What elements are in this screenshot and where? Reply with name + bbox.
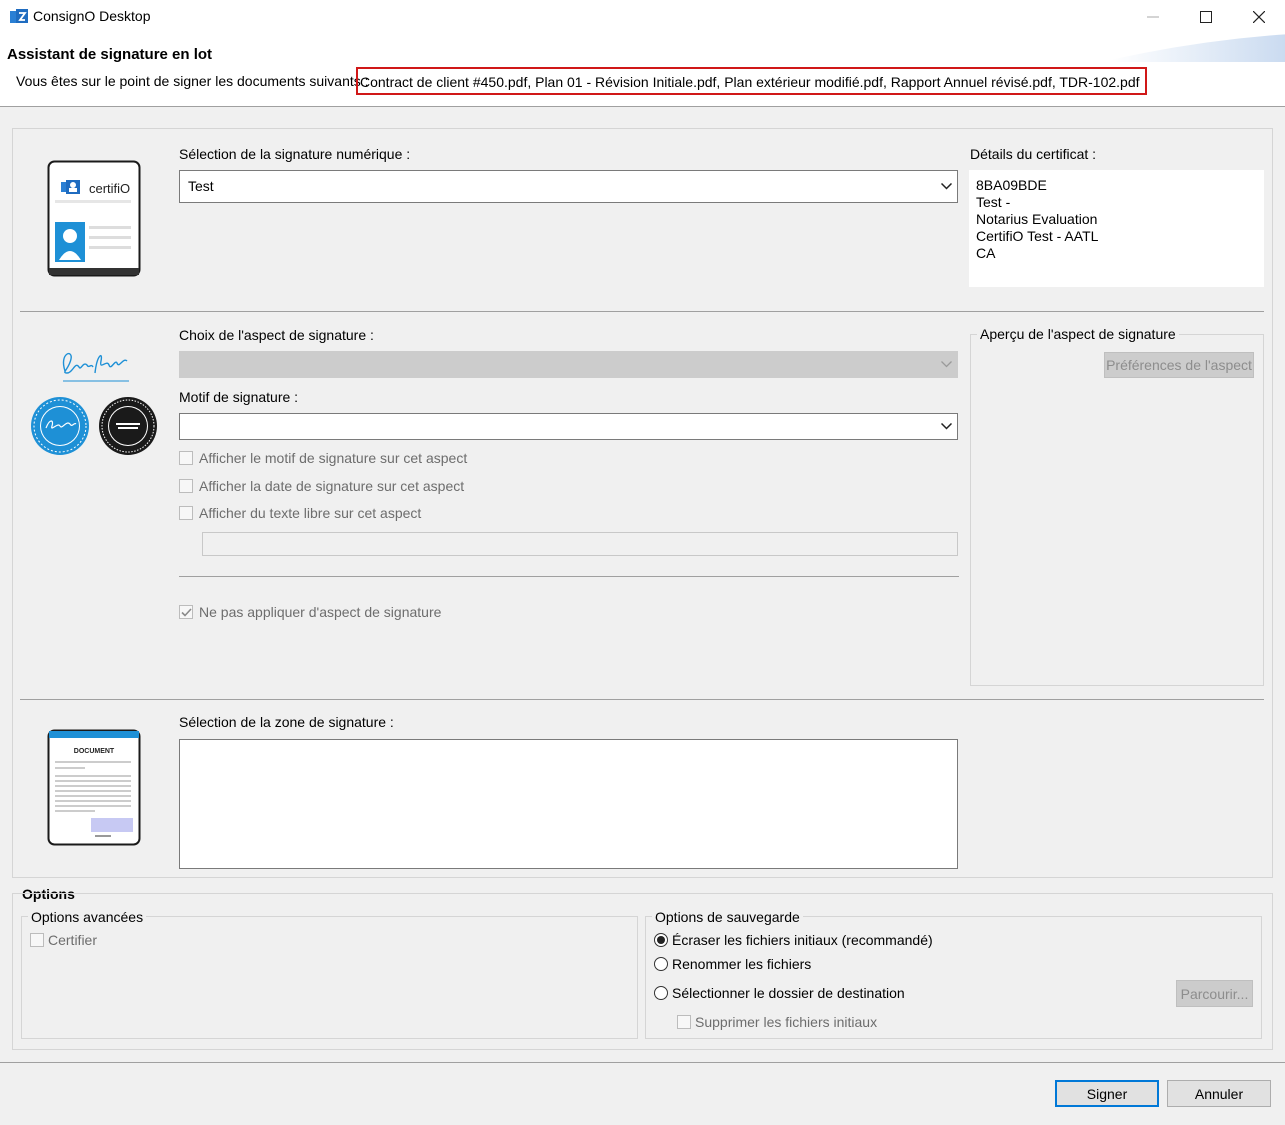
show-date-checkbox-row[interactable]: Afficher la date de signature sur cet as… <box>179 478 464 494</box>
appearance-select[interactable] <box>179 351 958 378</box>
certify-label: Certifier <box>48 932 98 948</box>
free-text-input[interactable] <box>202 532 958 556</box>
certify-checkbox-row[interactable]: Certifier <box>30 932 97 948</box>
zone-label: Sélection de la zone de signature : <box>179 714 394 730</box>
appearance-preview-group <box>970 334 1264 686</box>
document-list: Contract de client #450.pdf, Plan 01 - R… <box>356 67 1147 95</box>
overwrite-radio-row[interactable]: Écraser les fichiers initiaux (recommand… <box>654 932 933 948</box>
section-divider <box>20 311 1264 312</box>
overwrite-label: Écraser les fichiers initiaux (recommand… <box>672 932 933 948</box>
free-text-checkbox[interactable] <box>179 506 193 520</box>
wizard-title: Assistant de signature en lot <box>7 46 213 63</box>
header-decoration <box>1110 34 1285 62</box>
document-icon-title: DOCUMENT <box>74 748 115 755</box>
certificate-detail-line: CA <box>976 245 996 261</box>
rename-label: Renommer les fichiers <box>672 956 812 972</box>
browse-button[interactable]: Parcourir... <box>1176 980 1253 1007</box>
title-bar: ConsignO Desktop <box>0 0 1285 34</box>
close-icon <box>1252 11 1265 23</box>
chevron-down-icon <box>938 354 955 375</box>
certificate-detail-line: 8BA09BDE <box>976 177 1047 193</box>
reason-label: Motif de signature : <box>179 389 299 405</box>
rename-radio-row[interactable]: Renommer les fichiers <box>654 956 811 972</box>
free-text-label: Afficher du texte libre sur cet aspect <box>199 505 422 521</box>
certifio-card-icon: certifiO <box>47 160 141 277</box>
appearance-preview-title: Aperçu de l'aspect de signature <box>977 326 1179 342</box>
certificate-details: 8BA09BDE Test - Notarius Evaluation Cert… <box>969 170 1264 287</box>
minimize-icon <box>1146 16 1159 18</box>
overwrite-radio[interactable] <box>654 933 668 947</box>
delete-originals-checkbox[interactable] <box>677 1015 691 1029</box>
window-title: ConsignO Desktop <box>33 8 151 24</box>
show-date-label: Afficher la date de signature sur cet as… <box>199 478 465 494</box>
destination-radio[interactable] <box>654 986 668 1000</box>
show-date-checkbox[interactable] <box>179 479 193 493</box>
certificate-detail-line: Test - <box>976 194 1011 210</box>
chevron-down-icon <box>938 416 955 437</box>
sign-button[interactable]: Signer <box>1055 1080 1159 1107</box>
advanced-options-group <box>21 916 638 1039</box>
digital-signature-value: Test <box>188 178 214 194</box>
no-appearance-checkbox-row[interactable]: Ne pas appliquer d'aspect de signature <box>179 604 441 620</box>
certificate-details-label: Détails du certificat : <box>970 146 1097 162</box>
digital-signature-select[interactable]: Test <box>179 170 958 203</box>
svg-text:certifiO: certifiO <box>89 181 130 196</box>
save-options-title: Options de sauvegarde <box>652 909 803 925</box>
section-divider <box>20 699 1264 700</box>
certify-checkbox[interactable] <box>30 933 44 947</box>
close-button[interactable] <box>1232 0 1285 34</box>
handwritten-signature-icon <box>62 352 129 382</box>
cancel-button[interactable]: Annuler <box>1167 1080 1271 1107</box>
document-zone-icon: DOCUMENT <box>47 729 141 846</box>
certificate-detail-line: Notarius Evaluation <box>976 211 1098 227</box>
no-appearance-checkbox[interactable] <box>179 605 193 619</box>
show-reason-checkbox-row[interactable]: Afficher le motif de signature sur cet a… <box>179 450 467 466</box>
signature-zone-selector[interactable] <box>179 739 958 869</box>
maximize-icon <box>1199 11 1212 23</box>
intro-text: Vous êtes sur le point de signer les doc… <box>16 73 369 89</box>
appearance-divider <box>179 576 959 577</box>
destination-radio-row[interactable]: Sélectionner le dossier de destination <box>654 985 905 1001</box>
checkmark-icon <box>180 607 192 617</box>
wizard-header: Assistant de signature en lot Vous êtes … <box>0 34 1285 107</box>
blue-seal-icon <box>31 397 89 455</box>
chevron-down-icon <box>938 173 955 200</box>
show-reason-checkbox[interactable] <box>179 451 193 465</box>
delete-originals-label: Supprimer les fichiers initiaux <box>695 1014 878 1030</box>
consigno-app-icon <box>10 9 28 23</box>
advanced-options-title: Options avancées <box>28 909 147 925</box>
appearance-label: Choix de l'aspect de signature : <box>179 327 374 343</box>
certificate-detail-line: CertifiO Test - AATL <box>976 228 1099 244</box>
digital-signature-label: Sélection de la signature numérique : <box>179 146 411 162</box>
black-seal-icon <box>99 397 157 455</box>
delete-originals-checkbox-row[interactable]: Supprimer les fichiers initiaux <box>677 1014 877 1030</box>
minimize-button[interactable] <box>1126 0 1179 34</box>
free-text-checkbox-row[interactable]: Afficher du texte libre sur cet aspect <box>179 505 421 521</box>
maximize-button[interactable] <box>1179 0 1232 34</box>
show-reason-label: Afficher le motif de signature sur cet a… <box>199 450 468 466</box>
appearance-preferences-button[interactable]: Préférences de l'aspect <box>1104 352 1254 378</box>
no-appearance-label: Ne pas appliquer d'aspect de signature <box>199 604 442 620</box>
destination-label: Sélectionner le dossier de destination <box>672 985 905 1001</box>
rename-radio[interactable] <box>654 957 668 971</box>
reason-select[interactable] <box>179 413 958 440</box>
